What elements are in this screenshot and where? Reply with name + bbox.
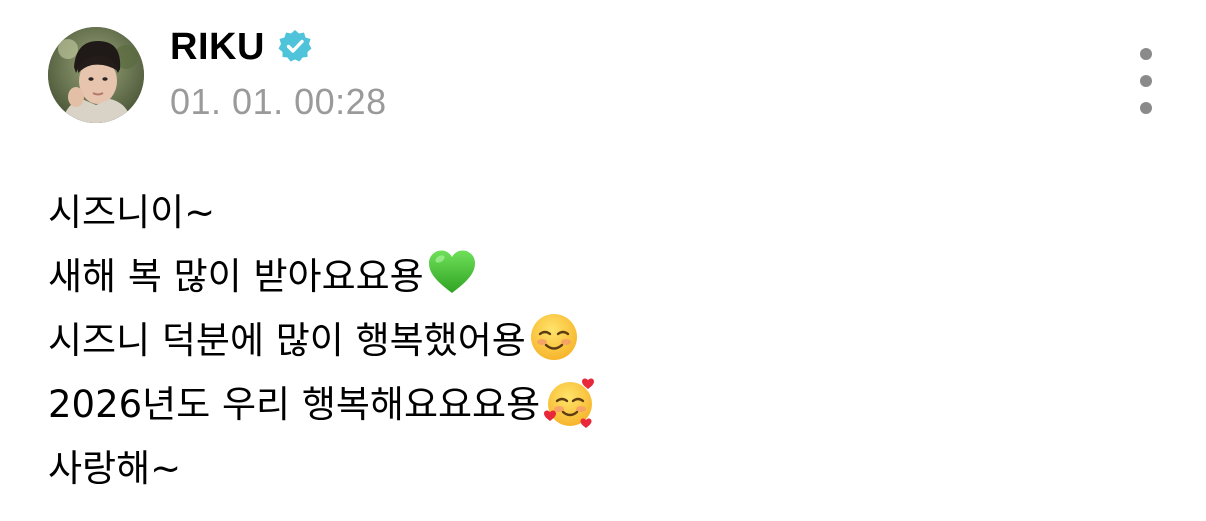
- green-heart-icon: [426, 247, 478, 299]
- profile-photo-icon: [48, 27, 144, 123]
- post-line-text: 시즈니 덕분에 많이 행복했어용: [48, 319, 526, 362]
- post-timestamp: 01. 01. 00:28: [170, 81, 387, 122]
- smiling-face-icon: [528, 311, 580, 363]
- post-card: RIKU 01. 01. 00:28 시즈니이~ 새해 복 많이 받아요요용 시…: [0, 0, 1206, 521]
- post-line-text: 사랑해~: [48, 447, 182, 490]
- post-line-text: 새해 복 많이 받아요요용: [48, 255, 424, 298]
- post-line: 사랑해~: [48, 433, 1148, 497]
- more-vertical-icon: [1140, 102, 1152, 114]
- post-body: 시즈니이~ 새해 복 많이 받아요요용 시즈니 덕분에 많이 행복했어용 202…: [48, 177, 1148, 497]
- avatar[interactable]: [48, 27, 144, 123]
- post-line-text: 2026년도 우리 행복해요요요용: [48, 383, 541, 426]
- verified-badge-icon: [278, 29, 312, 63]
- post-line: 2026년도 우리 행복해요요요용: [48, 369, 1148, 433]
- author-name[interactable]: RIKU: [170, 24, 265, 70]
- post-line: 새해 복 많이 받아요요용: [48, 241, 1148, 305]
- more-options-button[interactable]: [1124, 48, 1168, 114]
- post-line: 시즈니 덕분에 많이 행복했어용: [48, 305, 1148, 369]
- post-line: 시즈니이~: [48, 177, 1148, 241]
- post-line-text: 시즈니이~: [48, 191, 216, 234]
- more-vertical-icon: [1140, 48, 1152, 60]
- smiling-face-with-hearts-icon: [542, 375, 595, 428]
- more-vertical-icon: [1140, 75, 1152, 87]
